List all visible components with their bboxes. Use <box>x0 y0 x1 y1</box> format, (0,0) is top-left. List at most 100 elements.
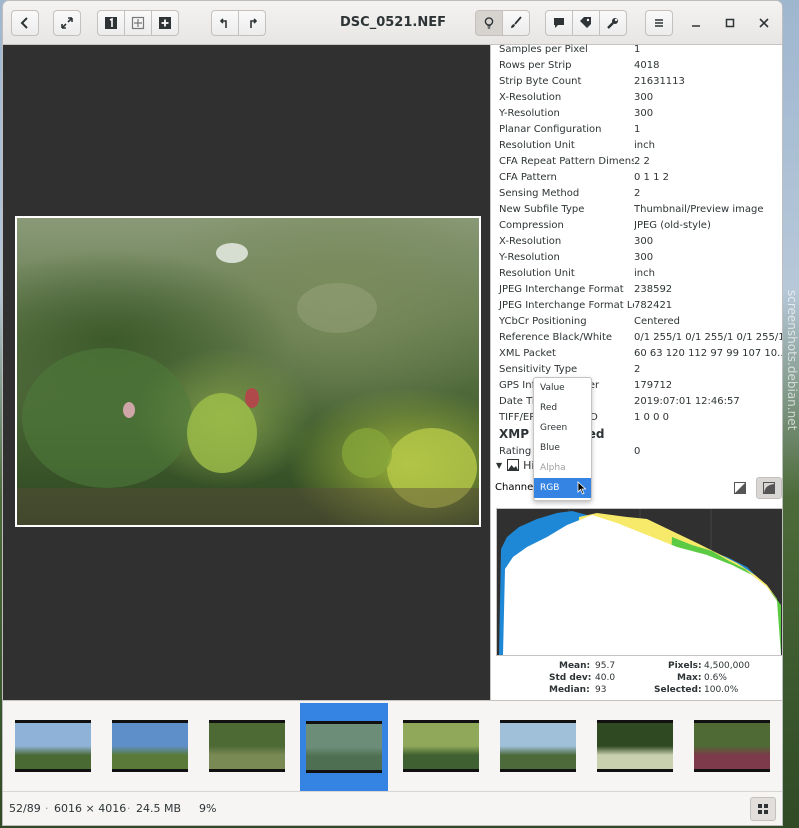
rotate-right-button[interactable] <box>238 10 266 36</box>
metadata-sidebar[interactable]: Samples per Pixel 1 Rows per Strip 4018 St… <box>490 44 783 700</box>
mean-value: 95.7 <box>595 661 616 671</box>
zoom-fit-button[interactable] <box>124 10 152 36</box>
median-label: Median: <box>549 685 590 695</box>
metadata-row: Resolution Unit inch <box>499 139 655 151</box>
metadata-row: JPEG Interchange Format Le... 782421 <box>499 299 673 311</box>
separator: · <box>127 802 131 815</box>
max-label: Max: <box>677 673 702 683</box>
rotate-left-button[interactable] <box>211 10 239 36</box>
linear-scale-button[interactable] <box>727 477 753 499</box>
status-bar: 52/89 · 6016 × 4016 · 24.5 MB 9% <box>3 791 782 825</box>
maximize-button[interactable] <box>720 14 740 32</box>
header-bar: DSC_0521.NEF <box>3 1 782 45</box>
metadata-row: Resolution Unit inch <box>499 267 655 279</box>
metadata-row: XML Packet 60 63 120 112 97 99 107 10... <box>499 347 783 359</box>
channel-dropdown-menu[interactable]: Value Red Green Blue Alpha RGB <box>533 377 592 501</box>
comment-button[interactable] <box>545 10 573 36</box>
thumbnail-image <box>500 720 576 772</box>
log-scale-icon <box>763 482 775 494</box>
thumbnail-selected[interactable] <box>300 703 388 791</box>
fullscreen-button[interactable] <box>53 10 81 36</box>
rotate-group <box>211 10 266 36</box>
close-button[interactable] <box>754 14 774 32</box>
edit-button[interactable] <box>502 10 530 36</box>
thumbnail-image <box>306 721 382 773</box>
wrench-icon <box>607 18 618 29</box>
channel-option-blue[interactable]: Blue <box>534 438 591 458</box>
metadata-row: Rows per Strip 4018 <box>499 59 660 71</box>
metadata-row: CFA Repeat Pattern Dimensi... 2 2 <box>499 155 650 167</box>
thumbnail[interactable] <box>595 707 675 785</box>
minimize-icon <box>692 25 700 27</box>
selected-label: Selected: <box>654 685 702 695</box>
histogram-stats: Mean: 95.7 Pixels: 4,500,000 Std dev: 40… <box>491 661 782 697</box>
grid-icon <box>758 804 768 814</box>
one-to-one-icon <box>105 17 117 29</box>
app-window: DSC_0521.NEF Samples per Pixel 1 Rows pe… <box>2 0 783 826</box>
back-button[interactable] <box>11 10 39 36</box>
tag-icon <box>580 17 591 28</box>
image-dimensions: 6016 × 4016 <box>54 802 127 815</box>
tools-group <box>545 10 627 36</box>
edit-mode-group <box>475 10 530 36</box>
channel-option-value[interactable]: Value <box>534 378 591 398</box>
metadata-row: Planar Configuration 1 <box>499 123 641 135</box>
metadata-row: Samples per Pixel 1 <box>499 43 641 55</box>
thumbnail[interactable] <box>207 707 287 785</box>
chevron-left-icon <box>20 17 28 29</box>
channel-option-green[interactable]: Green <box>534 418 591 438</box>
zoom-mode-group <box>97 10 179 36</box>
log-scale-button[interactable] <box>756 477 782 499</box>
thumbnail[interactable] <box>692 707 772 785</box>
settings-button[interactable] <box>599 10 627 36</box>
zoom-in-icon <box>159 17 171 29</box>
metadata-row: New Subfile Type Thumbnail/Preview image <box>499 203 764 215</box>
tags-button[interactable] <box>572 10 600 36</box>
fullscreen-icon <box>61 17 73 29</box>
image-viewer[interactable] <box>3 45 490 700</box>
thumbnail-image <box>15 720 91 772</box>
mean-label: Mean: <box>559 661 591 671</box>
thumbnail[interactable] <box>13 707 93 785</box>
lightbulb-icon <box>484 17 494 29</box>
minimize-button[interactable] <box>686 14 706 32</box>
gallery-button[interactable] <box>750 797 776 821</box>
hamburger-menu-icon <box>655 19 663 27</box>
main-menu-button[interactable] <box>645 10 673 36</box>
close-icon <box>759 18 769 28</box>
zoom-in-button[interactable] <box>151 10 179 36</box>
pixels-value: 4,500,000 <box>704 661 750 671</box>
mouse-cursor-icon <box>578 481 587 495</box>
thumbnail-image <box>112 720 188 772</box>
rotate-right-icon <box>250 18 258 28</box>
metadata-row: Y-Resolution 300 <box>499 251 654 263</box>
info-toggle-button[interactable] <box>475 10 503 36</box>
channel-option-alpha: Alpha <box>540 463 566 473</box>
thumbnail[interactable] <box>498 707 578 785</box>
rgb-label: RGB <box>540 483 560 493</box>
expander-arrow-icon: ▼ <box>496 460 503 470</box>
thumbnail[interactable] <box>110 707 190 785</box>
metadata-row: CFA Pattern 0 1 1 2 <box>499 171 669 183</box>
selected-value: 100.0% <box>704 685 739 695</box>
metadata-row: Compression JPEG (old-style) <box>499 219 711 231</box>
image-position: 52/89 <box>9 802 41 815</box>
thumbnail-image <box>209 720 285 772</box>
channel-option-rgb[interactable]: RGB <box>534 478 591 498</box>
metadata-row: JPEG Interchange Format 238592 <box>499 283 673 295</box>
watermark-text: screenshots.debian.net <box>785 290 799 431</box>
metadata-row: YCbCr Positioning Centered <box>499 315 680 327</box>
thumbnail-image <box>694 720 770 772</box>
zoom-1to1-button[interactable] <box>97 10 125 36</box>
metadata-row: X-Resolution 300 <box>499 235 654 247</box>
stddev-value: 40.0 <box>595 673 616 683</box>
thumbnail[interactable] <box>401 707 481 785</box>
channel-option-red[interactable]: Red <box>534 398 591 418</box>
image-icon <box>507 459 520 471</box>
histogram-chart <box>496 508 782 656</box>
metadata-row: Strip Byte Count 21631113 <box>499 75 685 87</box>
median-value: 93 <box>595 685 607 695</box>
metadata-row: Sensitivity Type 2 <box>499 363 641 375</box>
filmstrip[interactable] <box>3 700 782 791</box>
pixels-label: Pixels: <box>668 661 702 671</box>
